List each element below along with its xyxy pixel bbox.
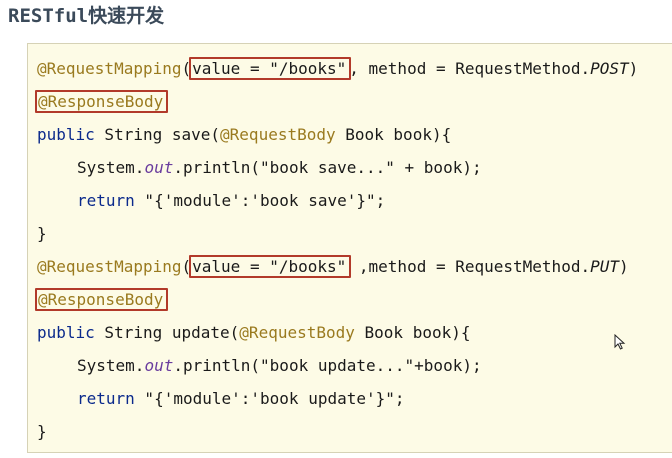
return-keyword: return <box>77 389 135 408</box>
println-call: .println("book save..." + book); <box>173 158 482 177</box>
code-line-8: @ResponseBody <box>35 287 169 313</box>
code-line-2: @ResponseBody <box>35 89 169 115</box>
code-line-12: } <box>37 419 47 445</box>
method-post: POST <box>590 59 629 78</box>
highlighted-value-path: value = "/books" <box>189 255 352 278</box>
page-title-mono: RESTful <box>8 5 89 27</box>
system-class: System. <box>77 356 145 375</box>
highlighted-value-path: value = "/books" <box>189 57 352 80</box>
println-call: .println("book update..."+book); <box>173 356 482 375</box>
request-body-annotation: @RequestBody <box>220 125 336 144</box>
code-line-10: System.out.println("book update..."+book… <box>37 353 482 379</box>
public-keyword: public <box>37 125 95 144</box>
method-arg: , method = RequestMethod. <box>349 59 591 78</box>
closing-brace: } <box>37 224 47 243</box>
code-line-3: public String save(@RequestBody Book boo… <box>37 122 451 148</box>
code-line-6: } <box>37 221 47 247</box>
page-title: RESTful快速开发 <box>8 4 164 28</box>
code-line-4: System.out.println("book save..." + book… <box>37 155 482 181</box>
close-paren: ) <box>619 257 629 276</box>
return-value: "{'module':'book update'}"; <box>134 389 405 408</box>
mouse-pointer-icon <box>614 334 626 350</box>
highlighted-response-body-annotation: @ResponseBody <box>35 288 169 311</box>
highlighted-response-body-annotation: @ResponseBody <box>35 90 169 113</box>
out-field: out <box>144 158 174 177</box>
return-keyword: return <box>77 191 135 210</box>
method-arg: ,method = RequestMethod. <box>349 257 591 276</box>
method-signature: String save( <box>94 125 221 144</box>
request-body-annotation: @RequestBody <box>239 323 355 342</box>
code-line-7: @RequestMapping(value = "/books" ,method… <box>37 254 629 280</box>
out-field: out <box>144 356 174 375</box>
public-keyword: public <box>37 323 95 342</box>
code-line-5: return "{'module':'book save'}"; <box>37 188 385 214</box>
system-class: System. <box>77 158 145 177</box>
code-line-11: return "{'module':'book update'}"; <box>37 386 405 412</box>
code-panel: @RequestMapping(value = "/books", method… <box>27 43 672 453</box>
code-line-9: public String update(@RequestBody Book b… <box>37 320 470 346</box>
method-put: PUT <box>590 257 619 276</box>
param-book: Book book){ <box>354 323 471 342</box>
param-book: Book book){ <box>335 125 452 144</box>
return-value: "{'module':'book save'}"; <box>134 191 386 210</box>
method-signature: String update( <box>94 323 240 342</box>
closing-brace: } <box>37 422 47 441</box>
request-mapping-annotation: @RequestMapping <box>37 257 182 276</box>
close-paren: ) <box>628 59 639 78</box>
request-mapping-annotation: @RequestMapping <box>37 59 182 78</box>
code-line-1: @RequestMapping(value = "/books", method… <box>37 56 638 82</box>
page-title-cjk: 快速开发 <box>88 5 165 27</box>
